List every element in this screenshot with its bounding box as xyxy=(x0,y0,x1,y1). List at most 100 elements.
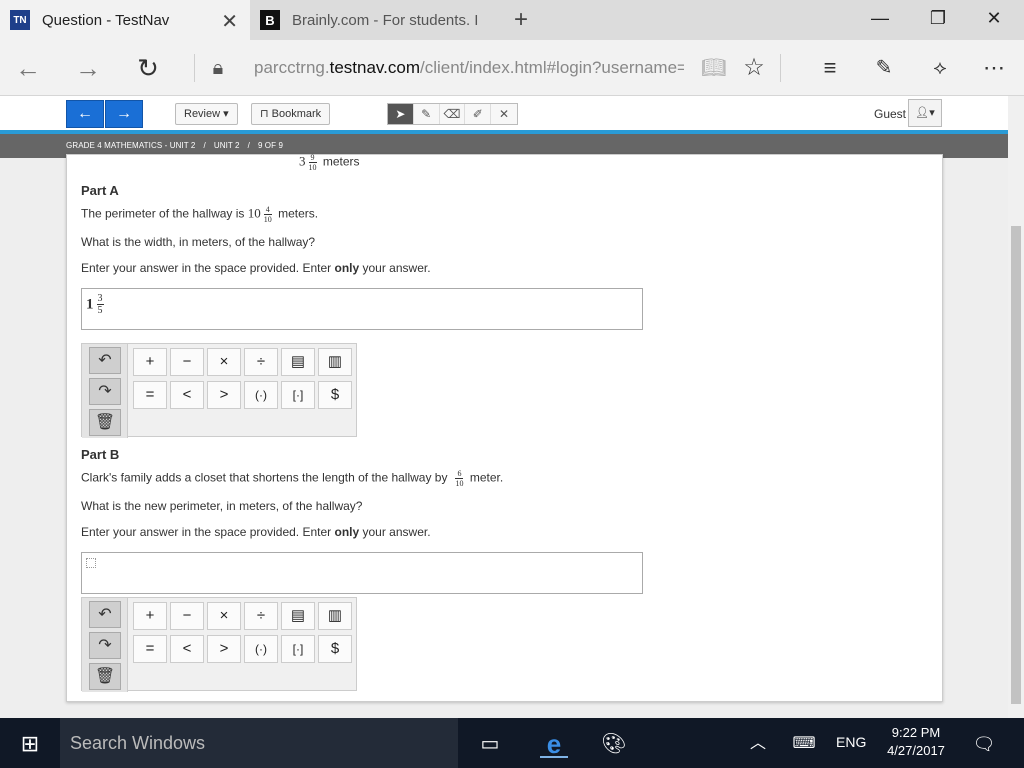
restore-icon[interactable]: ❐ xyxy=(926,6,950,30)
language-indicator[interactable]: ENG xyxy=(836,734,866,750)
divider xyxy=(194,54,195,82)
part-a-heading: Part A xyxy=(81,183,119,198)
top-dimension: 3 9 10 meters xyxy=(299,153,360,172)
clear-icon[interactable]: ✕ xyxy=(491,104,517,124)
key-mixed-number[interactable]: ▥ xyxy=(318,348,352,376)
web-note-icon[interactable]: ✎ xyxy=(868,52,900,84)
scrollbar-thumb[interactable] xyxy=(1011,226,1021,704)
part-b-closet-text: Clark's family adds a closet that shorte… xyxy=(81,469,504,488)
bookmark-icon: ⊓ xyxy=(260,108,269,120)
keypad-side: ↶ ↷ 🗑︎ xyxy=(82,344,128,438)
previous-button[interactable]: ← xyxy=(66,100,104,128)
part-b-keypad: ↶ ↷ 🗑︎ + − × ÷ ▤ ▥ = < > (·) [·] $ xyxy=(81,597,357,692)
account-menu-button[interactable]: 👤︎▾ xyxy=(908,99,942,127)
paint-app-icon[interactable]: 🎨︎ xyxy=(600,730,628,758)
part-a-answer-value: 135 xyxy=(86,293,104,316)
highlighter-icon[interactable]: ✎ xyxy=(414,104,440,124)
hub-icon[interactable]: ≡ xyxy=(814,52,846,84)
more-icon[interactable]: ⋯ xyxy=(978,52,1010,84)
taskbar-search[interactable]: Search Windows xyxy=(60,718,458,768)
favorite-star-icon[interactable]: ☆ xyxy=(738,52,770,84)
content-area: 3 9 10 meters Part A The perimeter of the … xyxy=(0,153,1008,718)
pointer-icon[interactable]: ➤ xyxy=(388,104,414,124)
redo-icon[interactable]: ↷ xyxy=(89,632,121,659)
task-view-icon[interactable]: ▭ xyxy=(476,730,504,758)
key-equals[interactable]: = xyxy=(133,635,167,663)
url-field[interactable]: parcctrng.testnav.com/client/index.html#… xyxy=(254,58,684,78)
browser-tab-bar: TN Question - TestNav ✕ B Brainly.com - … xyxy=(0,0,1024,40)
address-bar: ← → ↻ 🔒︎ parcctrng.testnav.com/client/in… xyxy=(0,40,1024,96)
minimize-icon[interactable]: — xyxy=(868,6,892,30)
key-divide[interactable]: ÷ xyxy=(244,348,278,376)
testnav-favicon-icon: TN xyxy=(10,10,30,30)
tab-title: Brainly.com - For students. I xyxy=(292,11,479,29)
key-brackets[interactable]: [·] xyxy=(281,381,315,409)
page-scrollbar[interactable] xyxy=(1008,96,1024,718)
part-a-question: What is the width, in meters, of the hal… xyxy=(81,235,316,249)
bookmark-button[interactable]: ⊓ Bookmark xyxy=(251,103,331,125)
key-times[interactable]: × xyxy=(207,348,241,376)
tab-brainly[interactable]: B Brainly.com - For students. I xyxy=(250,0,505,40)
part-b-answer-box[interactable] xyxy=(81,552,643,594)
question-panel: 3 9 10 meters Part A The perimeter of the … xyxy=(66,153,943,702)
key-less-than[interactable]: < xyxy=(170,381,204,409)
part-b-instruction: Enter your answer in the space provided.… xyxy=(81,525,431,539)
back-arrow-icon[interactable]: ← xyxy=(12,52,44,84)
share-icon[interactable]: ⟡ xyxy=(924,52,956,84)
reading-view-icon[interactable]: 📖︎ xyxy=(698,52,730,84)
eraser-icon[interactable]: ⌫ xyxy=(440,104,466,124)
lock-icon: 🔒︎ xyxy=(212,57,224,79)
trash-icon[interactable]: 🗑︎ xyxy=(89,663,121,690)
redo-icon[interactable]: ↷ xyxy=(89,378,121,405)
key-brackets[interactable]: [·] xyxy=(281,635,315,663)
pencil-icon[interactable]: ✐ xyxy=(465,104,492,124)
part-b-heading: Part B xyxy=(81,447,120,462)
windows-taskbar: ⊞ Search Windows ▭ e 🎨︎ ︿ ⌨ ENG 9:22 PM … xyxy=(0,718,1024,768)
keypad-side: ↶ ↷ 🗑︎ xyxy=(82,598,128,692)
edge-browser-icon[interactable]: e xyxy=(540,730,568,758)
key-fraction[interactable]: ▤ xyxy=(281,348,315,376)
show-hidden-icons-icon[interactable]: ︿ xyxy=(744,730,772,758)
action-center-icon[interactable]: 🗨︎ xyxy=(970,730,998,758)
key-times[interactable]: × xyxy=(207,602,241,630)
key-dollar[interactable]: $ xyxy=(318,635,352,663)
key-plus[interactable]: + xyxy=(133,602,167,630)
review-button[interactable]: Review ▾ xyxy=(175,103,238,125)
part-a-perimeter-text: The perimeter of the hallway is 10 4 10 me… xyxy=(81,205,319,224)
brainly-favicon-icon: B xyxy=(260,10,280,30)
part-a-answer-box[interactable]: 135 xyxy=(81,288,643,330)
undo-icon[interactable]: ↶ xyxy=(89,601,121,628)
part-b-question: What is the new perimeter, in meters, of… xyxy=(81,499,363,513)
testnav-toolbar: ← → Review ▾ ⊓ Bookmark ➤ ✎ ⌫ ✐ ✕ Guest … xyxy=(0,96,1008,134)
trash-icon[interactable]: 🗑︎ xyxy=(89,409,121,436)
next-button[interactable]: → xyxy=(105,100,143,128)
key-parentheses[interactable]: (·) xyxy=(244,381,278,409)
key-parentheses[interactable]: (·) xyxy=(244,635,278,663)
key-less-than[interactable]: < xyxy=(170,635,204,663)
key-fraction[interactable]: ▤ xyxy=(281,602,315,630)
tab-question-testnav[interactable]: TN Question - TestNav ✕ xyxy=(0,0,250,40)
new-tab-icon[interactable]: + xyxy=(510,6,532,34)
key-divide[interactable]: ÷ xyxy=(244,602,278,630)
part-a-instruction: Enter your answer in the space provided.… xyxy=(81,261,431,275)
forward-arrow-icon[interactable]: → xyxy=(72,52,104,84)
undo-icon[interactable]: ↶ xyxy=(89,347,121,374)
refresh-icon[interactable]: ↻ xyxy=(132,52,164,84)
key-greater-than[interactable]: > xyxy=(207,635,241,663)
windows-start-icon[interactable]: ⊞ xyxy=(16,730,44,758)
key-mixed-number[interactable]: ▥ xyxy=(318,602,352,630)
key-minus[interactable]: − xyxy=(170,348,204,376)
close-tab-icon[interactable]: ✕ xyxy=(221,9,238,34)
taskbar-clock[interactable]: 9:22 PM 4/27/2017 xyxy=(880,724,952,760)
key-minus[interactable]: − xyxy=(170,602,204,630)
key-dollar[interactable]: $ xyxy=(318,381,352,409)
key-plus[interactable]: + xyxy=(133,348,167,376)
window-close-icon[interactable]: ✕ xyxy=(982,6,1006,30)
divider xyxy=(780,54,781,82)
guest-label: Guest xyxy=(874,107,907,121)
key-greater-than[interactable]: > xyxy=(207,381,241,409)
tab-title: Question - TestNav xyxy=(42,11,170,29)
key-equals[interactable]: = xyxy=(133,381,167,409)
keyboard-icon[interactable]: ⌨ xyxy=(790,730,818,758)
tool-group: ➤ ✎ ⌫ ✐ ✕ xyxy=(387,103,518,125)
